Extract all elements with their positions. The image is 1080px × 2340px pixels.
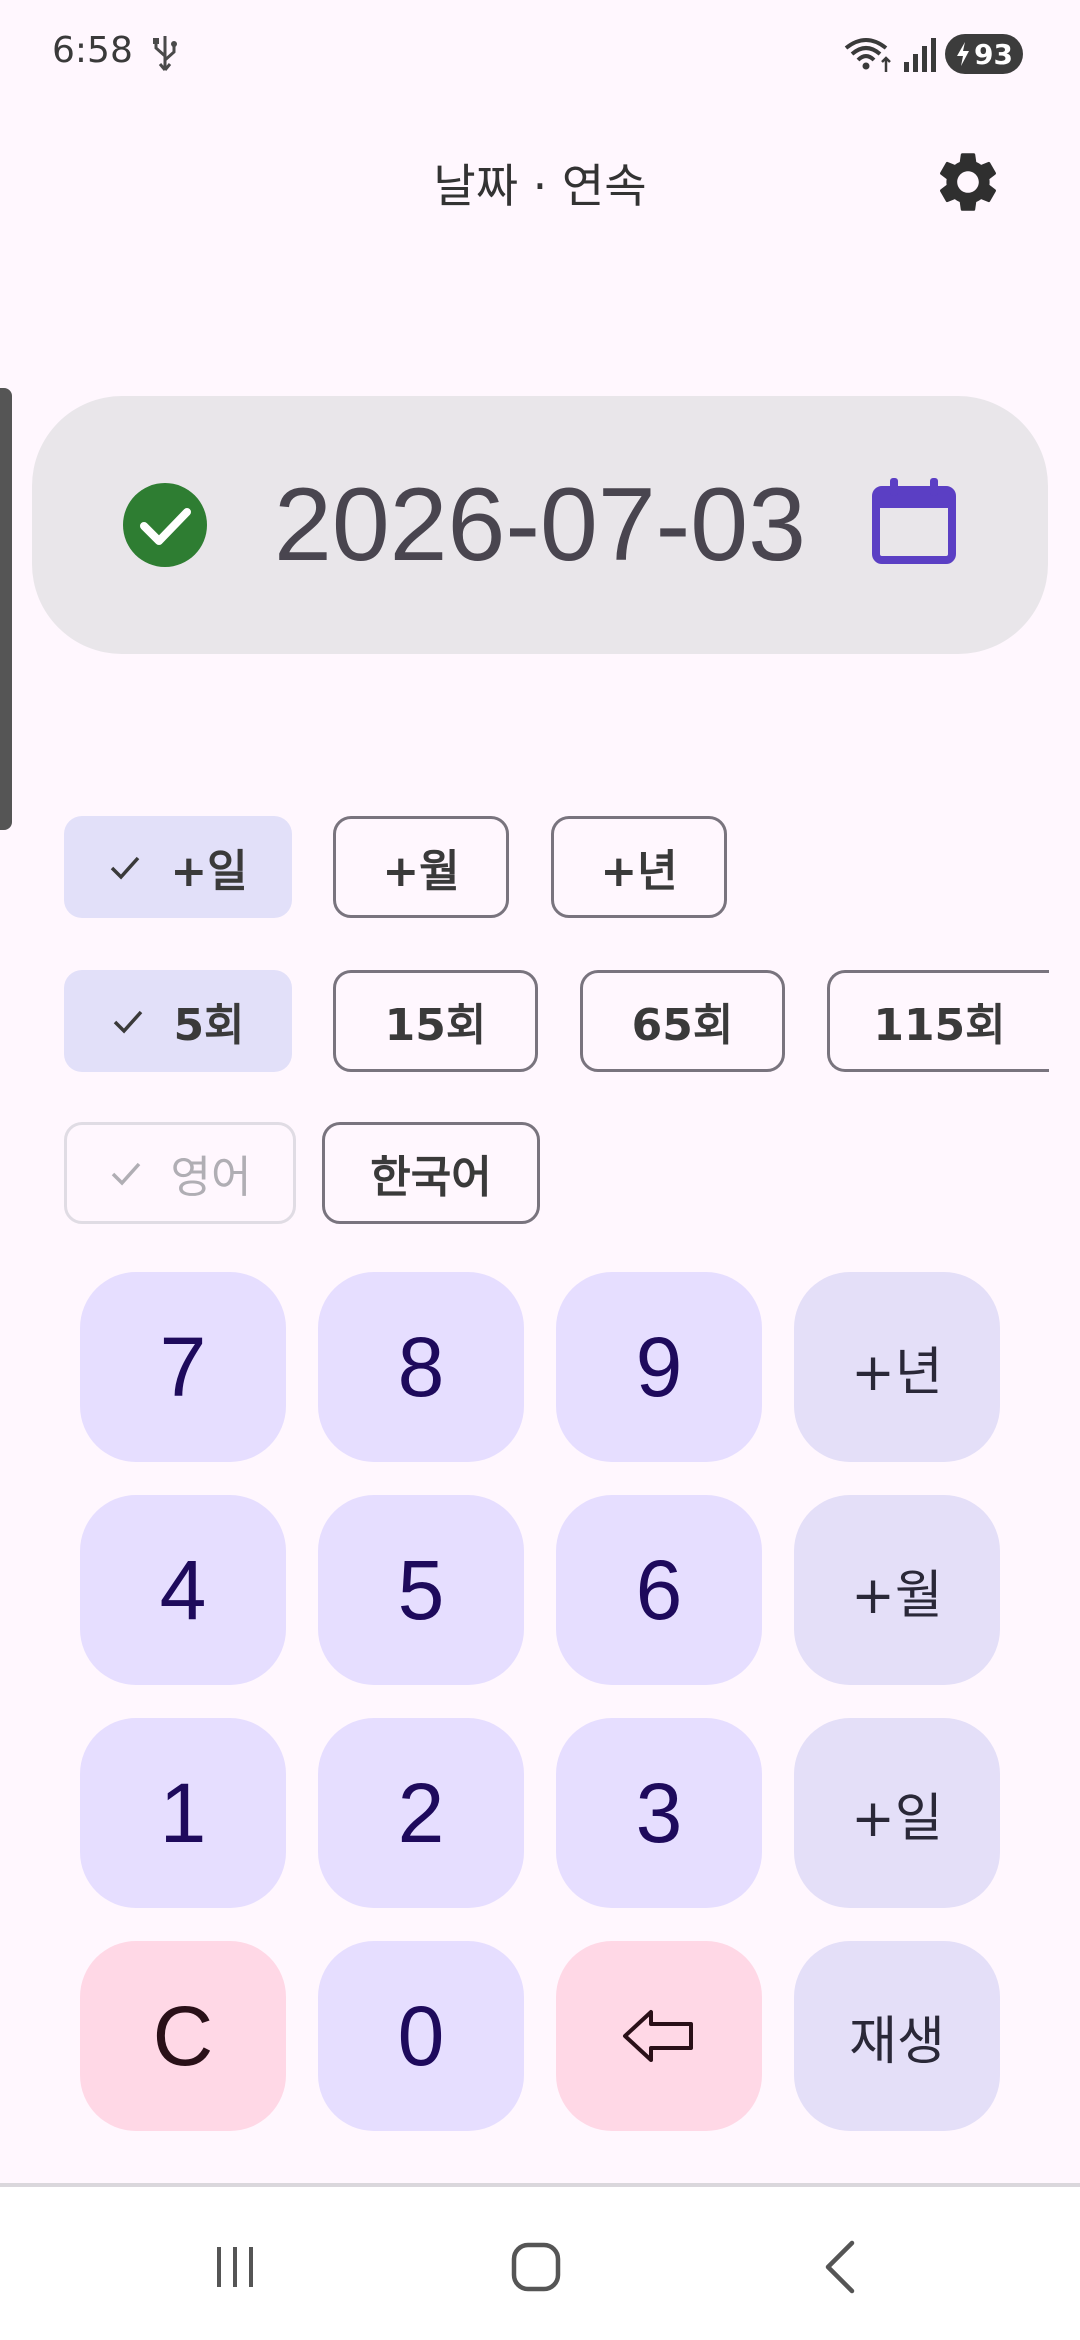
- key-7[interactable]: 7: [80, 1272, 286, 1462]
- edge-panel-handle[interactable]: [0, 388, 12, 830]
- key-1[interactable]: 1: [80, 1718, 286, 1908]
- calendar-icon: [872, 478, 956, 564]
- home-button[interactable]: [486, 2227, 586, 2307]
- settings-button[interactable]: [932, 146, 1012, 226]
- chip-count-65[interactable]: 65회: [580, 970, 785, 1072]
- chip-label: 한국어: [370, 1152, 492, 1203]
- chip-count-115[interactable]: 115회: [827, 970, 1049, 1072]
- chip-label: 15회: [384, 1000, 487, 1051]
- recent-apps-button[interactable]: [185, 2227, 285, 2307]
- chip-label: 영어: [170, 1152, 252, 1203]
- back-icon: [825, 2240, 855, 2294]
- key-9[interactable]: 9: [556, 1272, 762, 1462]
- chip-unit-year[interactable]: +년: [551, 816, 727, 918]
- screen: 6:58 93 날짜 · 연속 2026-07-03 +일 +월 +년 5회 1…: [0, 0, 1080, 2340]
- usb-icon: [153, 36, 177, 71]
- check-icon: [111, 1162, 140, 1186]
- key-6[interactable]: 6: [556, 1495, 762, 1685]
- chip-label: 5회: [173, 1000, 245, 1051]
- battery-level: 93: [974, 37, 1013, 71]
- key-2[interactable]: 2: [318, 1718, 524, 1908]
- battery-indicator: 93: [945, 34, 1023, 74]
- key-4[interactable]: 4: [80, 1495, 286, 1685]
- key-0[interactable]: 0: [318, 1941, 524, 2131]
- chip-label: 115회: [873, 1000, 1006, 1051]
- key-clear[interactable]: C: [80, 1941, 286, 2131]
- key-add-year[interactable]: +년: [794, 1272, 1000, 1462]
- status-time: 6:58: [52, 30, 133, 71]
- chip-label: +월: [382, 846, 460, 897]
- calendar-button[interactable]: [868, 476, 960, 568]
- date-value[interactable]: 2026-07-03: [270, 470, 810, 580]
- chip-label: +년: [600, 846, 678, 897]
- chip-label: +일: [170, 846, 248, 897]
- check-icon: [114, 1010, 143, 1034]
- key-add-month[interactable]: +월: [794, 1495, 1000, 1685]
- chip-unit-month[interactable]: +월: [333, 816, 509, 918]
- status-bar: 6:58 93: [0, 0, 1080, 110]
- nav-bar: [0, 2187, 1080, 2340]
- chip-unit-day[interactable]: +일: [64, 816, 292, 918]
- wifi-icon: [844, 38, 891, 72]
- key-5[interactable]: 5: [318, 1495, 524, 1685]
- chip-count-5[interactable]: 5회: [64, 970, 292, 1072]
- key-add-day[interactable]: +일: [794, 1718, 1000, 1908]
- home-icon: [511, 2242, 561, 2292]
- battery-charging-icon: [957, 42, 970, 66]
- key-8[interactable]: 8: [318, 1272, 524, 1462]
- chip-language-english: 영어: [64, 1122, 296, 1224]
- chip-language-korean[interactable]: 한국어: [322, 1122, 540, 1224]
- chip-label: 65회: [631, 1000, 734, 1051]
- key-play[interactable]: 재생: [794, 1941, 1000, 2131]
- gear-icon: [939, 153, 997, 211]
- signal-icon: [904, 38, 936, 72]
- recent-apps-icon: [217, 2247, 253, 2287]
- key-3[interactable]: 3: [556, 1718, 762, 1908]
- key-backspace[interactable]: [556, 1941, 762, 2131]
- backspace-icon: [623, 2010, 693, 2062]
- check-icon: [111, 856, 140, 880]
- page-title: 날짜 · 연속: [433, 159, 647, 213]
- back-button[interactable]: [792, 2227, 892, 2307]
- chip-count-15[interactable]: 15회: [333, 970, 538, 1072]
- check-circle-icon: [123, 483, 207, 567]
